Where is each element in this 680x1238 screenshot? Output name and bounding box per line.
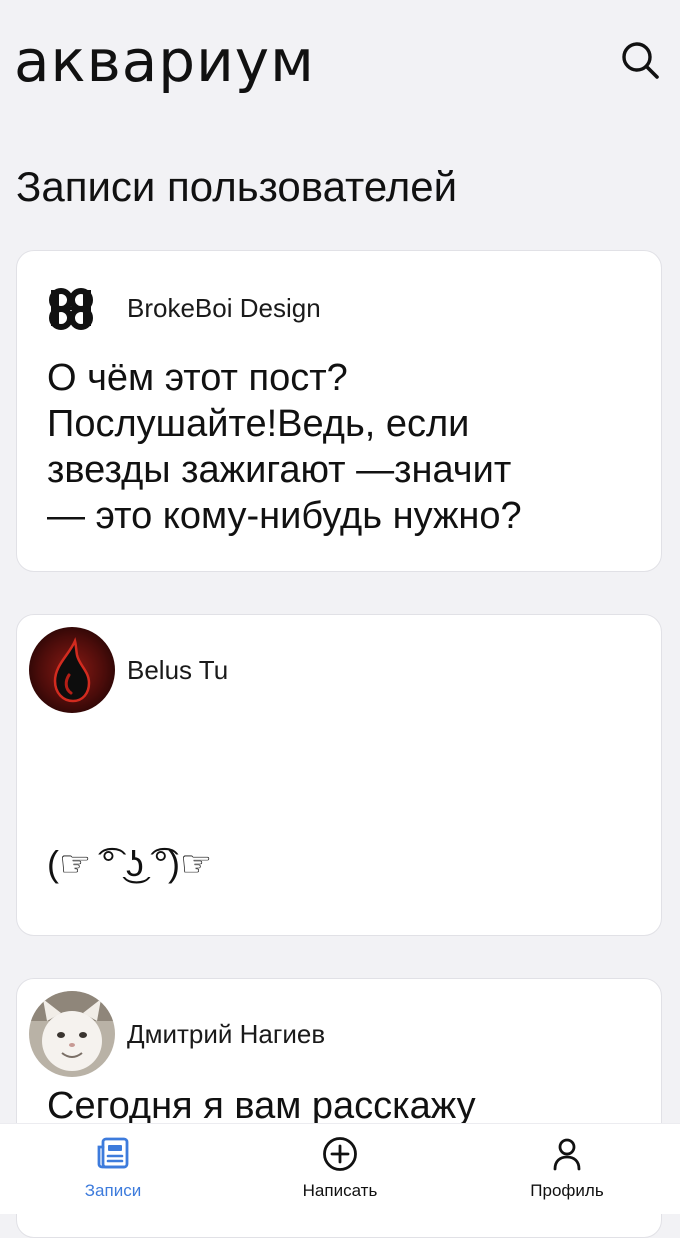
post-author[interactable]: BrokeBoi Design	[45, 279, 321, 337]
post-author[interactable]: Belus Tu	[29, 627, 228, 713]
post-text: О чём этот пост? Послушайте!Ведь, если з…	[47, 357, 522, 537]
nav-item-profile[interactable]: Профиль	[454, 1124, 680, 1214]
search-button[interactable]	[618, 38, 662, 82]
plus-circle-icon	[320, 1134, 360, 1174]
nav-item-write[interactable]: Написать	[227, 1124, 453, 1214]
nav-item-posts[interactable]: Записи	[0, 1124, 226, 1214]
avatar	[29, 991, 115, 1077]
page-title: Записи пользователей	[16, 163, 458, 210]
author-name: Belus Tu	[127, 655, 229, 685]
nav-label: Профиль	[530, 1181, 604, 1200]
author-name: Дмитрий Нагиев	[127, 1019, 326, 1049]
avatar-cat-image	[29, 991, 115, 1077]
avatar	[29, 627, 115, 713]
search-icon	[622, 42, 659, 79]
user-icon	[547, 1134, 587, 1174]
author-name: BrokeBoi Design	[127, 293, 321, 323]
bottom-nav: Записи Написать Профиль	[0, 1123, 680, 1214]
post-card[interactable]: BrokeBoi Design О чём этот пост? Послуша…	[16, 250, 662, 572]
nav-label: Написать	[302, 1181, 378, 1200]
news-icon	[93, 1134, 133, 1174]
app-logo[interactable]: аквариум	[14, 26, 315, 96]
top-bar: аквариум	[0, 0, 680, 120]
avatar-drop-image	[29, 627, 115, 713]
post-card[interactable]: Belus Tu (☞ ͡° ͜ʖ ͡°)☞	[16, 614, 662, 936]
nav-label: Записи	[84, 1181, 142, 1200]
post-text: (☞ ͡° ͜ʖ ͡°)☞	[47, 843, 213, 884]
post-author[interactable]: Дмитрий Нагиев	[29, 991, 325, 1077]
brokeboi-logo-icon	[49, 288, 93, 330]
